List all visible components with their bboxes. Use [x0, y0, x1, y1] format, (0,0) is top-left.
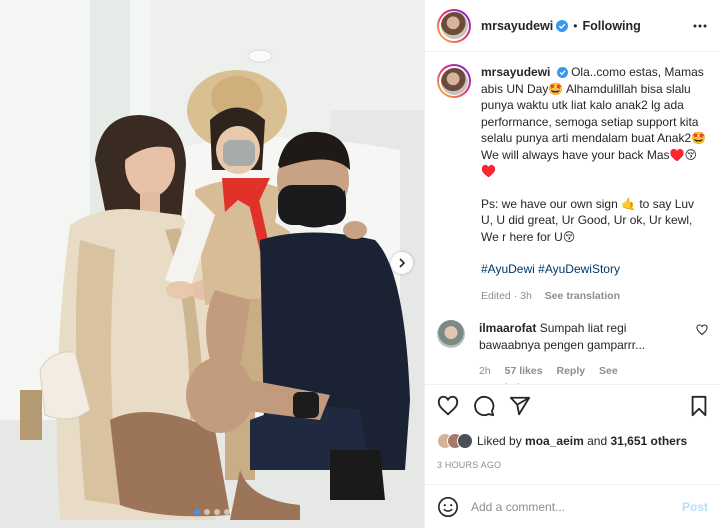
post-photo[interactable]: [0, 0, 424, 528]
see-translation-link[interactable]: See translation: [545, 290, 620, 302]
bookmark-icon[interactable]: [688, 395, 710, 417]
instagram-post-view: mrsayudewi • Following mrsayudewi Ola..c…: [0, 0, 720, 528]
carousel-dot: [224, 509, 230, 515]
add-comment-bar: Add a comment... Post: [425, 484, 720, 528]
comment-icon[interactable]: [473, 395, 495, 417]
comment-body: ilmaarofat Sumpah liat regi bawaabnya pe…: [479, 320, 679, 384]
comment-meta: 2h 57 likes Reply See translation: [479, 363, 679, 384]
family-photo-image: [0, 0, 424, 528]
hashtag-link[interactable]: #AyuDewiStory: [538, 262, 620, 276]
header-separator: •: [573, 18, 578, 33]
caption-username[interactable]: mrsayudewi: [481, 65, 550, 79]
comment-input[interactable]: Add a comment...: [471, 500, 682, 514]
heart-icon[interactable]: [437, 395, 459, 417]
carousel-dot: [214, 509, 220, 515]
caption-meta: Edited · 3h See translation: [481, 288, 707, 305]
verified-badge-icon: [556, 19, 569, 32]
post-comment-button[interactable]: Post: [682, 500, 708, 514]
post-actions: Liked by moa_aeim and 31,651 others: [425, 384, 720, 449]
action-icons-row: [437, 393, 710, 419]
caption-text: Ola..como estas, Mamas abis UN Day🤩 Alha…: [481, 65, 707, 178]
comment-see-translation-link[interactable]: See translation: [479, 365, 618, 384]
comment-likes-link[interactable]: 57 likes: [505, 365, 543, 377]
author-username[interactable]: mrsayudewi: [481, 19, 553, 33]
likes-and-label: and: [587, 434, 608, 448]
emoji-icon[interactable]: [437, 496, 459, 518]
hashtag-link[interactable]: #AyuDewi: [481, 262, 535, 276]
caption-body: mrsayudewi Ola..como estas, Mamas abis U…: [481, 64, 707, 304]
commenter-username[interactable]: ilmaarofat: [479, 321, 536, 335]
verified-badge-icon: [556, 67, 568, 79]
likers-avatars: [437, 433, 473, 449]
liked-by-label: Liked by: [477, 434, 522, 448]
likes-summary: Liked by moa_aeim and 31,651 others: [437, 433, 710, 449]
carousel-indicator: [0, 509, 424, 515]
likes-count-link[interactable]: 31,651 others: [610, 434, 687, 448]
comment: ilmaarofat Sumpah liat regi bawaabnya pe…: [437, 320, 708, 384]
liker-avatar: [457, 433, 473, 449]
reply-button[interactable]: Reply: [556, 365, 585, 377]
author-avatar[interactable]: [437, 8, 471, 43]
chevron-right-icon: [399, 258, 406, 268]
carousel-dot-active: [194, 509, 200, 515]
like-comment-heart-icon[interactable]: [696, 324, 708, 336]
carousel-dot: [204, 509, 210, 515]
caption: mrsayudewi Ola..como estas, Mamas abis U…: [437, 64, 708, 304]
liker-username[interactable]: moa_aeim: [525, 434, 584, 448]
post-timestamp: 3 HOURS AGO: [437, 460, 502, 470]
caption-ps: Ps: we have our own sign 🤙 to say Luv U,…: [481, 196, 695, 244]
comments-section[interactable]: mrsayudewi Ola..como estas, Mamas abis U…: [425, 52, 720, 384]
caption-avatar[interactable]: [437, 64, 471, 98]
following-button[interactable]: Following: [582, 19, 640, 33]
post-header: mrsayudewi • Following: [425, 0, 720, 52]
post-details-pane: mrsayudewi • Following mrsayudewi Ola..c…: [424, 0, 720, 528]
share-icon[interactable]: [509, 395, 531, 417]
commenter-avatar[interactable]: [437, 320, 465, 348]
edited-timestamp: Edited · 3h: [481, 289, 532, 302]
more-options-icon: [693, 24, 707, 27]
next-photo-button[interactable]: [391, 252, 413, 274]
more-options-button[interactable]: [692, 18, 708, 34]
comment-age: 2h: [479, 365, 491, 377]
